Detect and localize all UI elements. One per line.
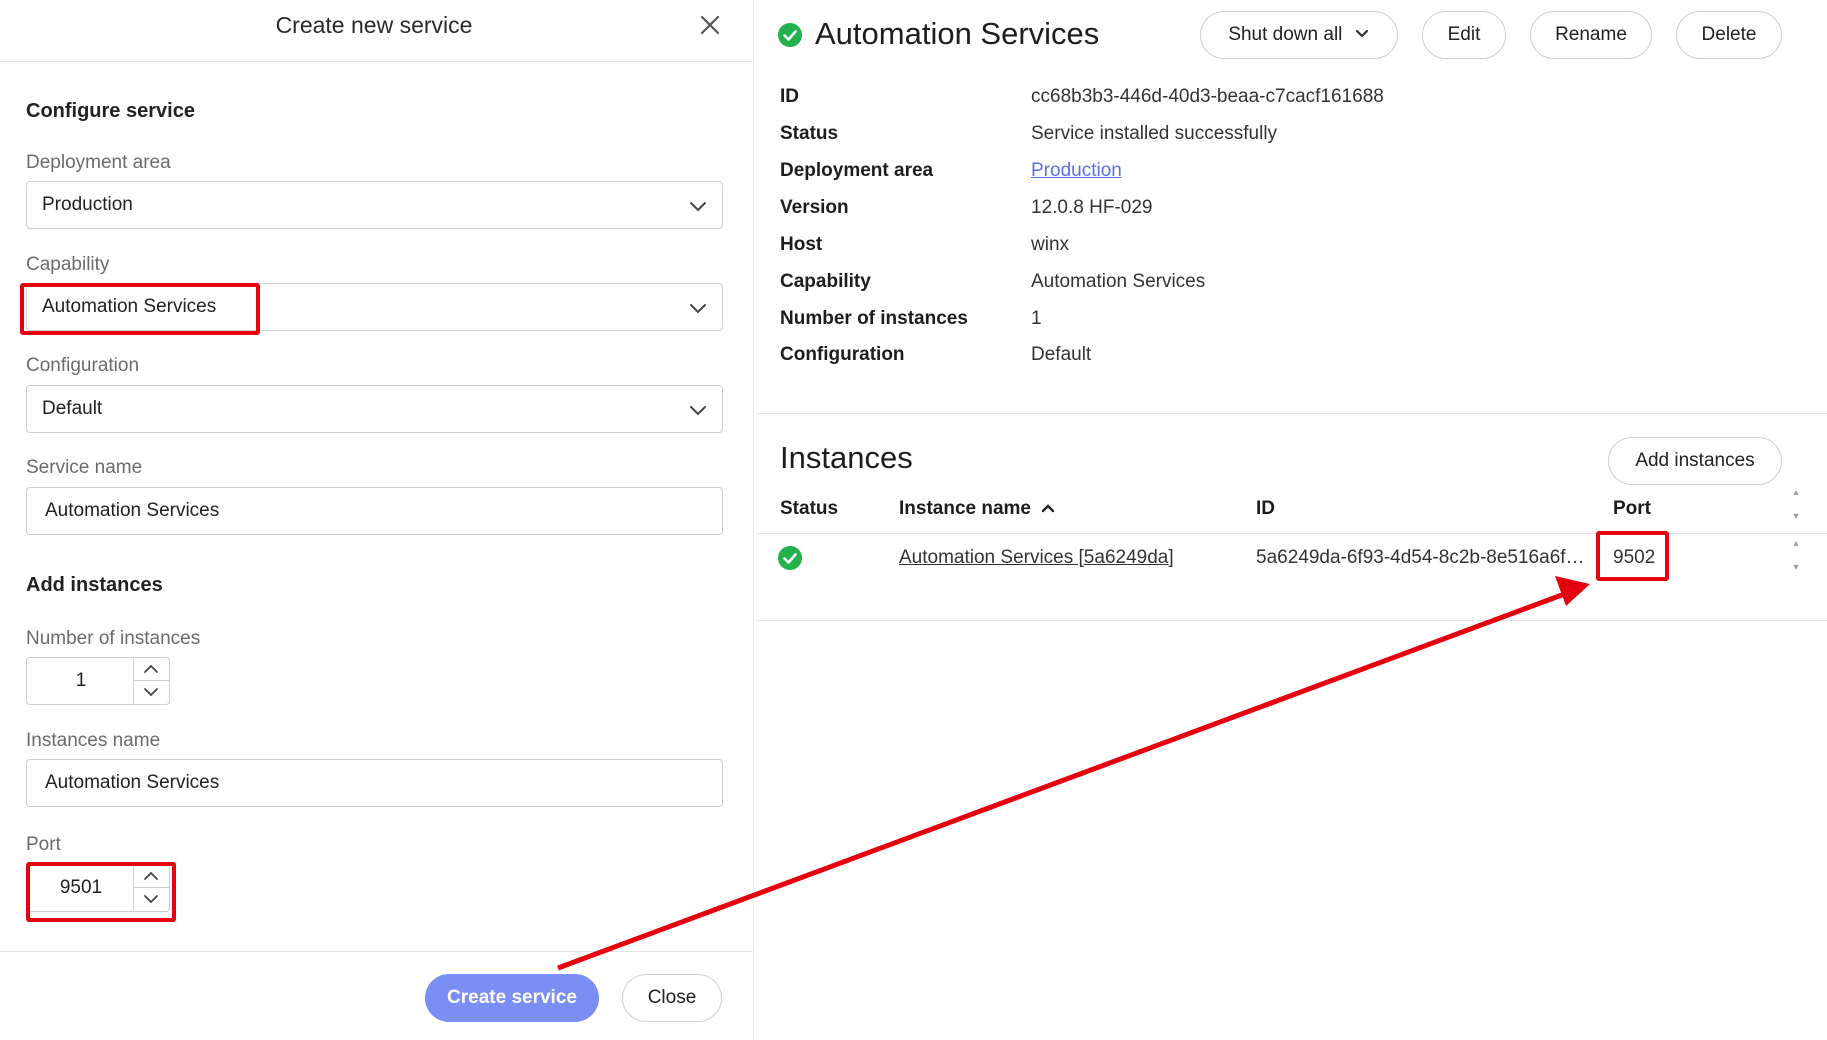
highlight-port bbox=[26, 862, 176, 922]
configure-service-title: Configure service bbox=[26, 100, 195, 122]
deployment-area-link[interactable]: Production bbox=[1031, 160, 1122, 182]
decrement-button[interactable] bbox=[134, 681, 169, 704]
number-of-instances-value: 1 bbox=[75, 670, 87, 691]
add-instances-title: Add instances bbox=[26, 574, 163, 596]
column-header-status: Status bbox=[780, 498, 839, 519]
instances-name-label: Instances name bbox=[26, 730, 161, 751]
configuration-select[interactable]: Default bbox=[26, 385, 723, 433]
highlight-instance-port bbox=[1596, 531, 1669, 581]
shutdown-all-button[interactable]: Shut down all bbox=[1200, 11, 1398, 59]
service-name-label: Service name bbox=[26, 457, 143, 478]
chevron-down-icon bbox=[688, 196, 708, 216]
detail-value-status: Service installed successfully bbox=[1031, 123, 1278, 144]
dialog-title: Create new service bbox=[275, 12, 473, 38]
dialog-footer-divider bbox=[0, 951, 753, 952]
capability-label: Capability bbox=[26, 254, 110, 275]
scroll-arrows-row[interactable]: ▴ ▾ bbox=[1790, 538, 1802, 578]
column-header-id: ID bbox=[1256, 498, 1275, 519]
add-instances-button[interactable]: Add instances bbox=[1608, 437, 1782, 485]
detail-key-version: Version bbox=[780, 197, 849, 218]
increment-button[interactable] bbox=[134, 658, 169, 681]
detail-value-id: cc68b3b3-446d-40d3-beaa-c7cacf161688 bbox=[1031, 86, 1384, 107]
check-circle-icon bbox=[778, 23, 802, 47]
sort-up-icon bbox=[1042, 504, 1055, 513]
column-header-port: Port bbox=[1613, 498, 1651, 519]
detail-key-id: ID bbox=[780, 86, 799, 107]
instances-title: Instances bbox=[780, 440, 913, 475]
panel-divider bbox=[753, 0, 754, 1040]
instance-id-cell: 5a6249da-6f93-4d54-8c2b-8e516a6f… bbox=[1256, 547, 1585, 568]
detail-value-capability: Automation Services bbox=[1031, 271, 1206, 292]
configuration-value: Default bbox=[42, 398, 103, 419]
close-icon[interactable] bbox=[697, 12, 723, 38]
stepper-buttons bbox=[133, 658, 169, 704]
detail-key-configuration: Configuration bbox=[780, 344, 905, 365]
detail-value-host: winx bbox=[1031, 234, 1070, 255]
chevron-down-icon bbox=[144, 688, 158, 697]
deployment-area-label: Deployment area bbox=[26, 152, 171, 173]
detail-value-version: 12.0.8 HF-029 bbox=[1031, 197, 1153, 218]
column-header-instance-name[interactable]: Instance name bbox=[899, 498, 1056, 520]
chevron-down-icon bbox=[688, 400, 708, 420]
number-of-instances-stepper[interactable]: 1 bbox=[26, 657, 170, 705]
chevron-up-icon bbox=[144, 664, 158, 673]
section-divider bbox=[757, 413, 1827, 414]
detail-key-deployment-area: Deployment area bbox=[780, 160, 934, 181]
service-name-value: Automation Services bbox=[45, 500, 220, 521]
instances-name-input[interactable]: Automation Services bbox=[26, 759, 723, 807]
detail-value-configuration: Default bbox=[1031, 344, 1092, 365]
detail-key-status: Status bbox=[780, 123, 839, 144]
rename-button[interactable]: Rename bbox=[1530, 11, 1652, 59]
instance-name-link[interactable]: Automation Services [5a6249da] bbox=[899, 547, 1174, 569]
highlight-capability bbox=[20, 283, 260, 335]
detail-key-host: Host bbox=[780, 234, 823, 255]
close-button[interactable]: Close bbox=[622, 974, 722, 1022]
column-header-instance-name-label: Instance name bbox=[899, 498, 1031, 519]
detail-key-number-of-instances: Number of instances bbox=[780, 308, 968, 329]
scroll-arrows-header[interactable]: ▴ ▾ bbox=[1790, 487, 1802, 527]
edit-button[interactable]: Edit bbox=[1422, 11, 1506, 59]
port-label: Port bbox=[26, 834, 61, 855]
chevron-down-icon bbox=[688, 298, 708, 318]
detail-value-number-of-instances: 1 bbox=[1031, 308, 1042, 329]
service-title: Automation Services bbox=[815, 16, 1100, 51]
number-of-instances-label: Number of instances bbox=[26, 628, 201, 649]
deployment-area-value: Production bbox=[42, 194, 133, 215]
instances-name-value: Automation Services bbox=[45, 772, 220, 793]
check-circle-icon bbox=[778, 546, 802, 570]
shutdown-all-label: Shut down all bbox=[1228, 24, 1343, 45]
delete-button[interactable]: Delete bbox=[1676, 11, 1782, 59]
detail-key-capability: Capability bbox=[780, 271, 871, 292]
service-name-input[interactable]: Automation Services bbox=[26, 487, 723, 535]
chevron-down-icon bbox=[1355, 29, 1368, 38]
dialog-header: Create new service bbox=[0, 0, 753, 62]
table-bottom-divider bbox=[757, 620, 1827, 621]
deployment-area-select[interactable]: Production bbox=[26, 181, 723, 229]
create-service-button[interactable]: Create service bbox=[425, 974, 599, 1022]
configuration-label: Configuration bbox=[26, 355, 140, 376]
